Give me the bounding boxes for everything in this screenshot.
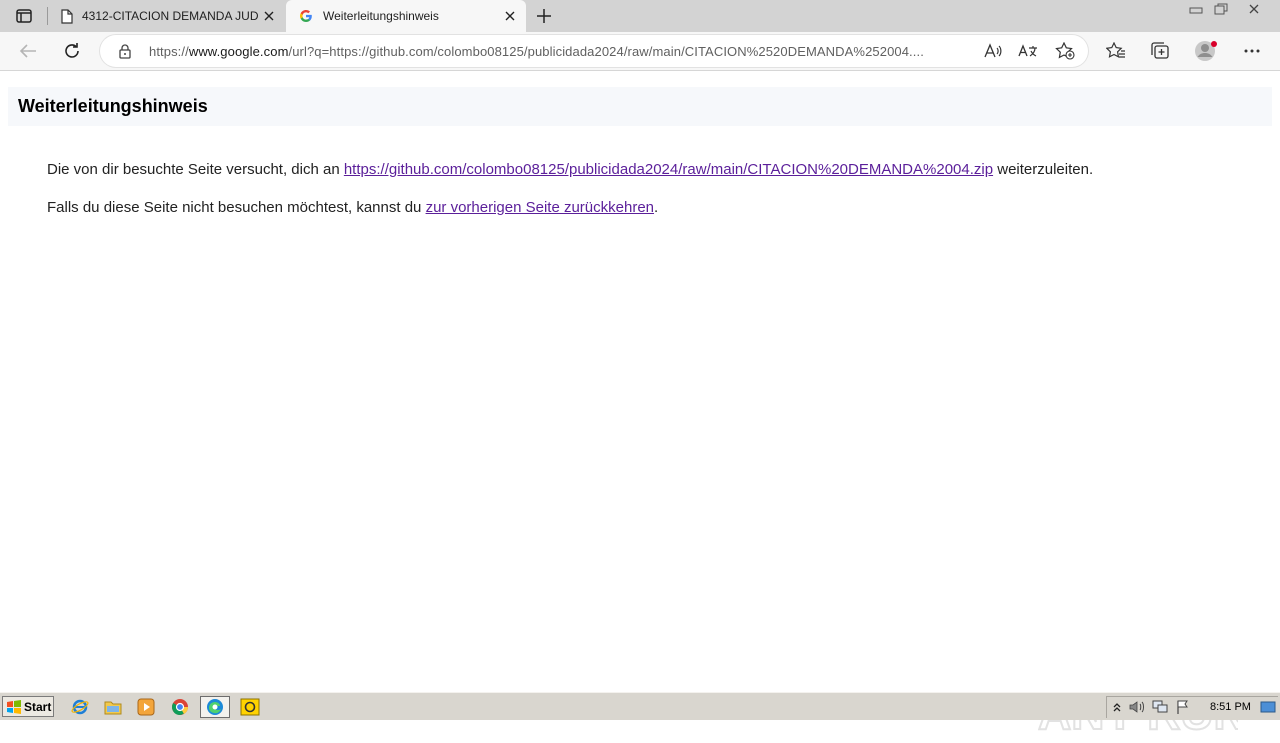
translate-icon[interactable] [1018, 41, 1038, 61]
close-tab-button[interactable] [259, 6, 279, 26]
start-button[interactable]: Start [2, 696, 54, 717]
tab-actions-icon [16, 9, 32, 23]
url-path: /url?q=https://github.com/colombo08125/p… [288, 44, 924, 59]
system-tray: 8:51 PM [1106, 696, 1278, 718]
read-aloud-icon[interactable] [983, 41, 1003, 61]
url-domain: www.google.com [188, 44, 289, 59]
action-center-flag-icon[interactable] [1175, 699, 1191, 715]
settings-menu-button[interactable] [1238, 37, 1266, 65]
browser-toolbar: https://www.google.com/url?q=https://git… [0, 32, 1280, 71]
close-tab-button[interactable] [500, 6, 520, 26]
internet-explorer-icon [71, 699, 89, 715]
go-back-text-end: . [654, 199, 659, 216]
tab-title: Weiterleitungshinweis [323, 9, 439, 23]
new-tab-button[interactable] [532, 4, 556, 28]
taskbar-internet-explorer[interactable] [67, 696, 93, 718]
chrome-icon [171, 699, 189, 716]
collections-button[interactable] [1146, 37, 1174, 65]
heading-bar: Weiterleitungshinweis [8, 87, 1272, 126]
profile-button[interactable] [1192, 37, 1220, 65]
close-icon [1249, 4, 1259, 14]
go-back-text: Falls du diese Seite nicht besuchen möch… [47, 199, 426, 216]
url-prefix: https:// [149, 44, 189, 59]
show-desktop-icon[interactable] [1260, 699, 1276, 715]
close-window-button[interactable] [1236, 0, 1272, 18]
redirect-notice: Die von dir besuchte Seite versucht, dic… [47, 161, 1093, 178]
taskbar-media-player[interactable] [133, 696, 159, 718]
favorites-button[interactable] [1102, 37, 1130, 65]
taskbar-norton[interactable] [235, 696, 265, 718]
page-content: Weiterleitungshinweis Die von dir besuch… [0, 71, 1280, 740]
taskbar-chrome[interactable] [167, 696, 193, 718]
collections-icon [1151, 42, 1169, 59]
taskbar-edge[interactable] [200, 696, 230, 718]
tab-weiterleitungshinweis[interactable]: Weiterleitungshinweis [286, 0, 526, 32]
refresh-button[interactable] [58, 37, 86, 65]
tab-separator [47, 7, 48, 25]
go-back-link[interactable]: zur vorherigen Seite zurückkehren [426, 199, 654, 216]
add-favorite-icon[interactable] [1055, 41, 1075, 61]
media-player-icon [137, 698, 155, 716]
go-back-notice: Falls du diese Seite nicht besuchen möch… [47, 199, 658, 216]
notice-text: Die von dir besuchte Seite versucht, dic… [47, 161, 344, 178]
more-dots-icon [1244, 49, 1260, 53]
redirect-target-link[interactable]: https://github.com/colombo08125/publicid… [344, 161, 993, 178]
folder-icon [104, 701, 122, 715]
taskbar-file-explorer[interactable] [100, 696, 126, 718]
show-hidden-icons-button[interactable] [1109, 699, 1125, 715]
restore-button[interactable] [1209, 0, 1233, 18]
close-icon [505, 11, 515, 21]
document-icon [59, 8, 75, 24]
minimize-button[interactable] [1184, 0, 1208, 18]
address-bar[interactable]: https://www.google.com/url?q=https://git… [100, 35, 1088, 67]
notice-text-end: weiterzuleiten. [993, 161, 1094, 178]
taskbar: Start 8:51 PM [0, 692, 1280, 720]
windows-logo-icon [7, 699, 21, 714]
favorites-icon [1106, 42, 1125, 58]
volume-icon[interactable] [1129, 699, 1145, 715]
network-icon[interactable] [1152, 699, 1168, 715]
restore-icon [1214, 3, 1228, 15]
tab-title: 4312-CITACION DEMANDA JUDI [82, 9, 259, 23]
chevron-up-icon [1113, 703, 1121, 712]
google-favicon-icon [298, 8, 314, 24]
refresh-icon [65, 43, 79, 58]
avatar-icon [1195, 41, 1217, 61]
back-arrow-icon [19, 44, 36, 58]
lock-icon[interactable] [118, 43, 132, 64]
norton-icon [240, 698, 260, 716]
page-title: Weiterleitungshinweis [18, 96, 208, 116]
url-text[interactable]: https://www.google.com/url?q=https://git… [149, 44, 975, 59]
minimize-icon [1189, 7, 1203, 14]
tab-actions-button[interactable] [8, 6, 40, 26]
clock[interactable]: 8:51 PM [1210, 701, 1251, 713]
edge-icon [207, 699, 223, 715]
back-button[interactable] [14, 37, 42, 65]
tab-strip: 4312-CITACION DEMANDA JUDI Weiterleitung… [0, 0, 1280, 32]
plus-icon [537, 9, 551, 23]
close-icon [264, 11, 274, 21]
start-label: Start [24, 699, 52, 714]
tab-citacion[interactable]: 4312-CITACION DEMANDA JUDI [49, 0, 285, 32]
